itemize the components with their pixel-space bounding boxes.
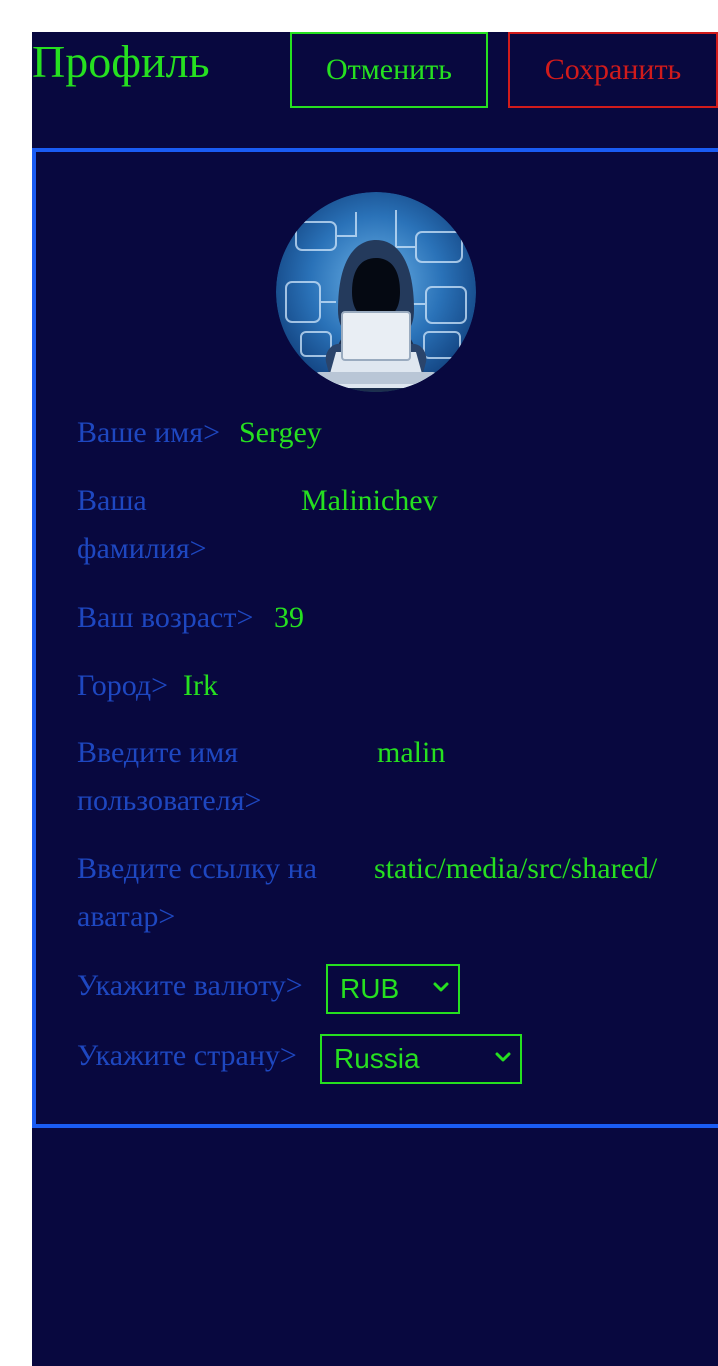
- first-name-label: Ваше имя>: [77, 416, 220, 449]
- profile-card: Ваше имя> Sergey Ваша фамилия> Maliniche…: [32, 148, 718, 1128]
- last-name-label: Ваша фамилия>: [77, 484, 207, 565]
- chevron-down-icon: [495, 1052, 511, 1062]
- hacker-avatar-icon: [276, 192, 476, 392]
- chevron-down-icon: [433, 982, 449, 992]
- age-label: Ваш возраст>: [77, 601, 254, 634]
- country-selected-value: Russia: [334, 1043, 420, 1074]
- city-label: Город>: [77, 669, 169, 702]
- avatar-link-value[interactable]: static/media/src/shared/: [374, 845, 674, 893]
- currency-label: Укажите валюту>: [77, 969, 303, 1002]
- currency-select[interactable]: RUB: [326, 964, 460, 1014]
- cancel-button[interactable]: Отменить: [290, 32, 488, 108]
- age-value[interactable]: 39: [274, 594, 304, 642]
- username-label: Введите имя пользователя>: [77, 736, 262, 817]
- save-button[interactable]: Сохранить: [508, 32, 718, 108]
- page-title: Профиль: [32, 36, 210, 87]
- avatar: [276, 192, 476, 392]
- country-label: Укажите страну>: [77, 1039, 297, 1072]
- first-name-value[interactable]: Sergey: [239, 409, 322, 457]
- username-value[interactable]: malin: [377, 729, 445, 777]
- last-name-value[interactable]: Malinichev: [301, 477, 438, 525]
- profile-page: Профиль Отменить Сохранить Ваше имя> Ser…: [32, 32, 718, 1366]
- avatar-link-label: Введите ссылку на аватар>: [77, 852, 317, 933]
- country-select[interactable]: Russia: [320, 1034, 522, 1084]
- city-value[interactable]: Irk: [183, 662, 218, 710]
- currency-selected-value: RUB: [340, 973, 400, 1004]
